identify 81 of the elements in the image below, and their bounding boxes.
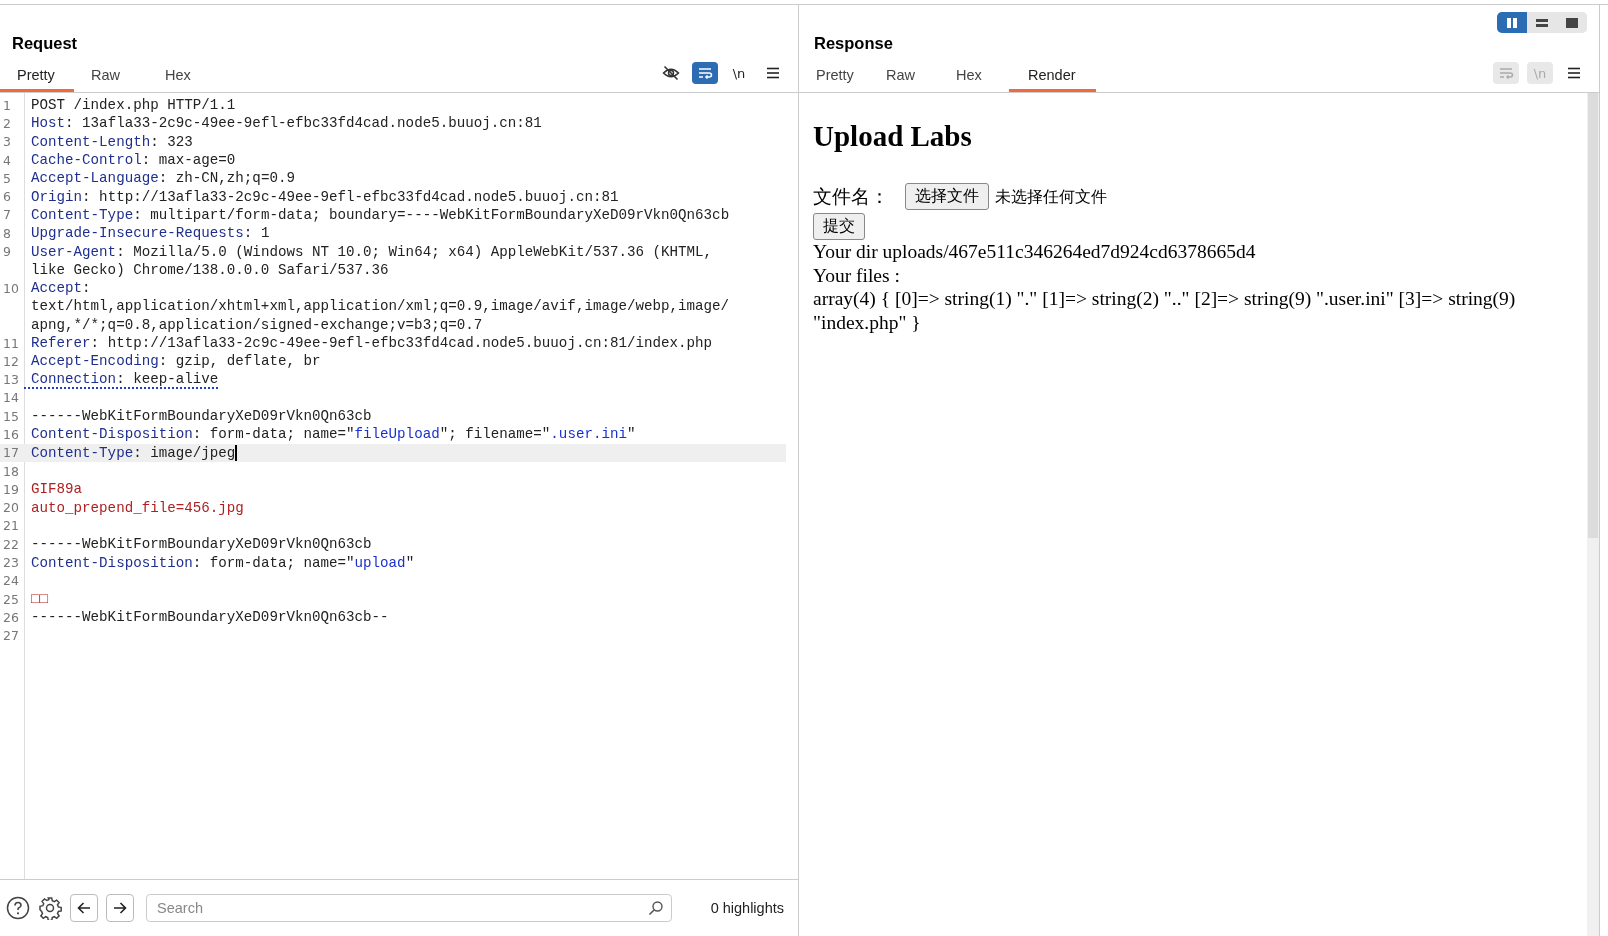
code-line: POST /index.php HTTP/1.1: [30, 97, 236, 114]
line-number: 9: [3, 244, 11, 259]
line-number: 21: [3, 518, 19, 534]
search-icon: [648, 900, 664, 916]
line-number: 14: [3, 390, 19, 406]
help-icon[interactable]: [6, 896, 30, 920]
code-line: Cache-Control: max-age=0: [30, 152, 236, 169]
file-status: 未选择任何文件: [995, 185, 1107, 208]
line-number: 12: [3, 353, 19, 369]
code-line: Accept-Language: zh-CN,zh;q=0.9: [30, 170, 295, 187]
pane-title: Request: [11, 34, 79, 53]
line-number: 27: [3, 628, 19, 644]
back-button[interactable]: [70, 894, 98, 922]
code-line: Upgrade-Insecure-Requests: 1: [30, 225, 270, 242]
code-line: auto_prepend_file=456.jpg: [30, 499, 244, 516]
tab[interactable]: Raw: [74, 63, 148, 92]
choose-file-button[interactable]: 选择文件: [905, 183, 989, 210]
code-line: ------WebKitFormBoundaryXeD09rVkn0Qn63cb: [30, 408, 372, 425]
code-line: Origin: http://13afla33-2c9c-49ee-9efl-efbc33fd4cad.node5.buuoj.cn:81: [30, 188, 619, 205]
line-number: 6: [3, 189, 11, 205]
code-line: ------WebKitFormBoundaryXeD09rVkn0Qn63cb: [30, 536, 372, 553]
tab[interactable]: Pretty: [799, 63, 869, 92]
line-number: 7: [3, 207, 11, 223]
code-line: Content-Type: image/jpeg: [30, 444, 238, 461]
line-number: 25: [3, 591, 19, 607]
wrap-icon[interactable]: [692, 62, 718, 84]
line-number: 16: [3, 427, 19, 442]
line-number: 13: [3, 372, 19, 388]
line-number: 3: [3, 134, 11, 150]
line-number: 10: [3, 280, 19, 296]
line-number: 5: [3, 170, 11, 186]
output-text: Your files :: [813, 263, 901, 288]
code-line: □□: [30, 591, 49, 608]
code-line: like Gecko) Chrome/138.0.0.0 Safari/537.36: [30, 261, 389, 278]
file-label: 文件名：: [813, 184, 889, 209]
pane-title: Response: [813, 34, 894, 53]
code-line: Connection: keep-alive: [24, 370, 219, 389]
line-number: 17: [3, 445, 19, 461]
code-line: Content-Length: 323: [30, 133, 193, 150]
columns-layout-icon[interactable]: [1497, 12, 1527, 33]
code-line: text/html,application/xhtml+xml,application/xml;q=0.9,image/avif,image/webp,image/: [30, 298, 730, 315]
tab[interactable]: Hex: [939, 63, 1009, 92]
line-number: 18: [3, 463, 19, 479]
code-line: Host: 13afla33-2c9c-49ee-9efl-efbc33fd4cad.node5.buuoj.cn:81: [30, 115, 542, 132]
tab[interactable]: Hex: [148, 63, 222, 92]
line-number: 8: [3, 225, 11, 241]
line-number: 26: [3, 609, 19, 625]
code-line: Referer: http://13afla33-2c9c-49ee-9efl-efbc33fd4cad.node5.buuoj.cn:81/index.php: [30, 335, 713, 351]
code-line: User-Agent: Mozilla/5.0 (Windows NT 10.0; Win64; x64) AppleWebKit/537.36 (KHTML,: [30, 243, 713, 260]
right-arrow-icon: [112, 900, 128, 916]
submit-button[interactable]: 提交: [813, 213, 865, 240]
line-number: 15: [3, 408, 19, 424]
page-heading: Upload Labs: [813, 119, 973, 153]
newline-toggle[interactable]: \n: [726, 62, 752, 84]
highlight-count: 0 highlights: [710, 900, 784, 916]
code-line: Accept:: [30, 280, 91, 297]
left-arrow-icon: [76, 900, 92, 916]
line-number: 20: [3, 500, 19, 516]
line-number: 1: [3, 97, 11, 113]
line-number: 11: [3, 335, 19, 351]
forward-button[interactable]: [106, 894, 134, 922]
code-line: Content-Type: multipart/form-data; boundary=----WebKitFormBoundaryXeD09rVkn0Qn63cb: [30, 206, 730, 223]
output-text: Your dir uploads/467e511c346264ed7d924cd6378665d4: [813, 240, 1257, 264]
tab[interactable]: Pretty: [0, 63, 74, 92]
code-line: ------WebKitFormBoundaryXeD09rVkn0Qn63cb--: [30, 609, 389, 626]
tab[interactable]: Raw: [869, 63, 939, 92]
tab[interactable]: Render: [1009, 63, 1096, 92]
code-line: Accept-Encoding: gzip, deflate, br: [30, 353, 321, 370]
code-line: Content-Disposition: form-data; name="upload": [30, 554, 415, 571]
line-number: 2: [3, 115, 11, 131]
output-text: array(4) { [0]=> string(1) "." [1]=> string(2) ".." [2]=> string(9) ".user.ini" [3]=> string(9) "index.php" }: [813, 287, 1517, 335]
line-number: 24: [3, 573, 19, 589]
line-number: 19: [3, 481, 19, 497]
line-number: 22: [3, 536, 19, 552]
code-line: apng,*/*;q=0.8,application/signed-exchange;v=b3;q=0.7: [30, 316, 483, 333]
settings-icon[interactable]: [38, 896, 62, 920]
line-number: 4: [3, 152, 11, 168]
code-line: GIF89a: [30, 481, 83, 498]
code-line: Content-Disposition: form-data; name="fileUpload"; filename=".user.ini": [30, 426, 636, 443]
line-number: 23: [3, 555, 19, 571]
search-field[interactable]: Search: [146, 894, 672, 922]
